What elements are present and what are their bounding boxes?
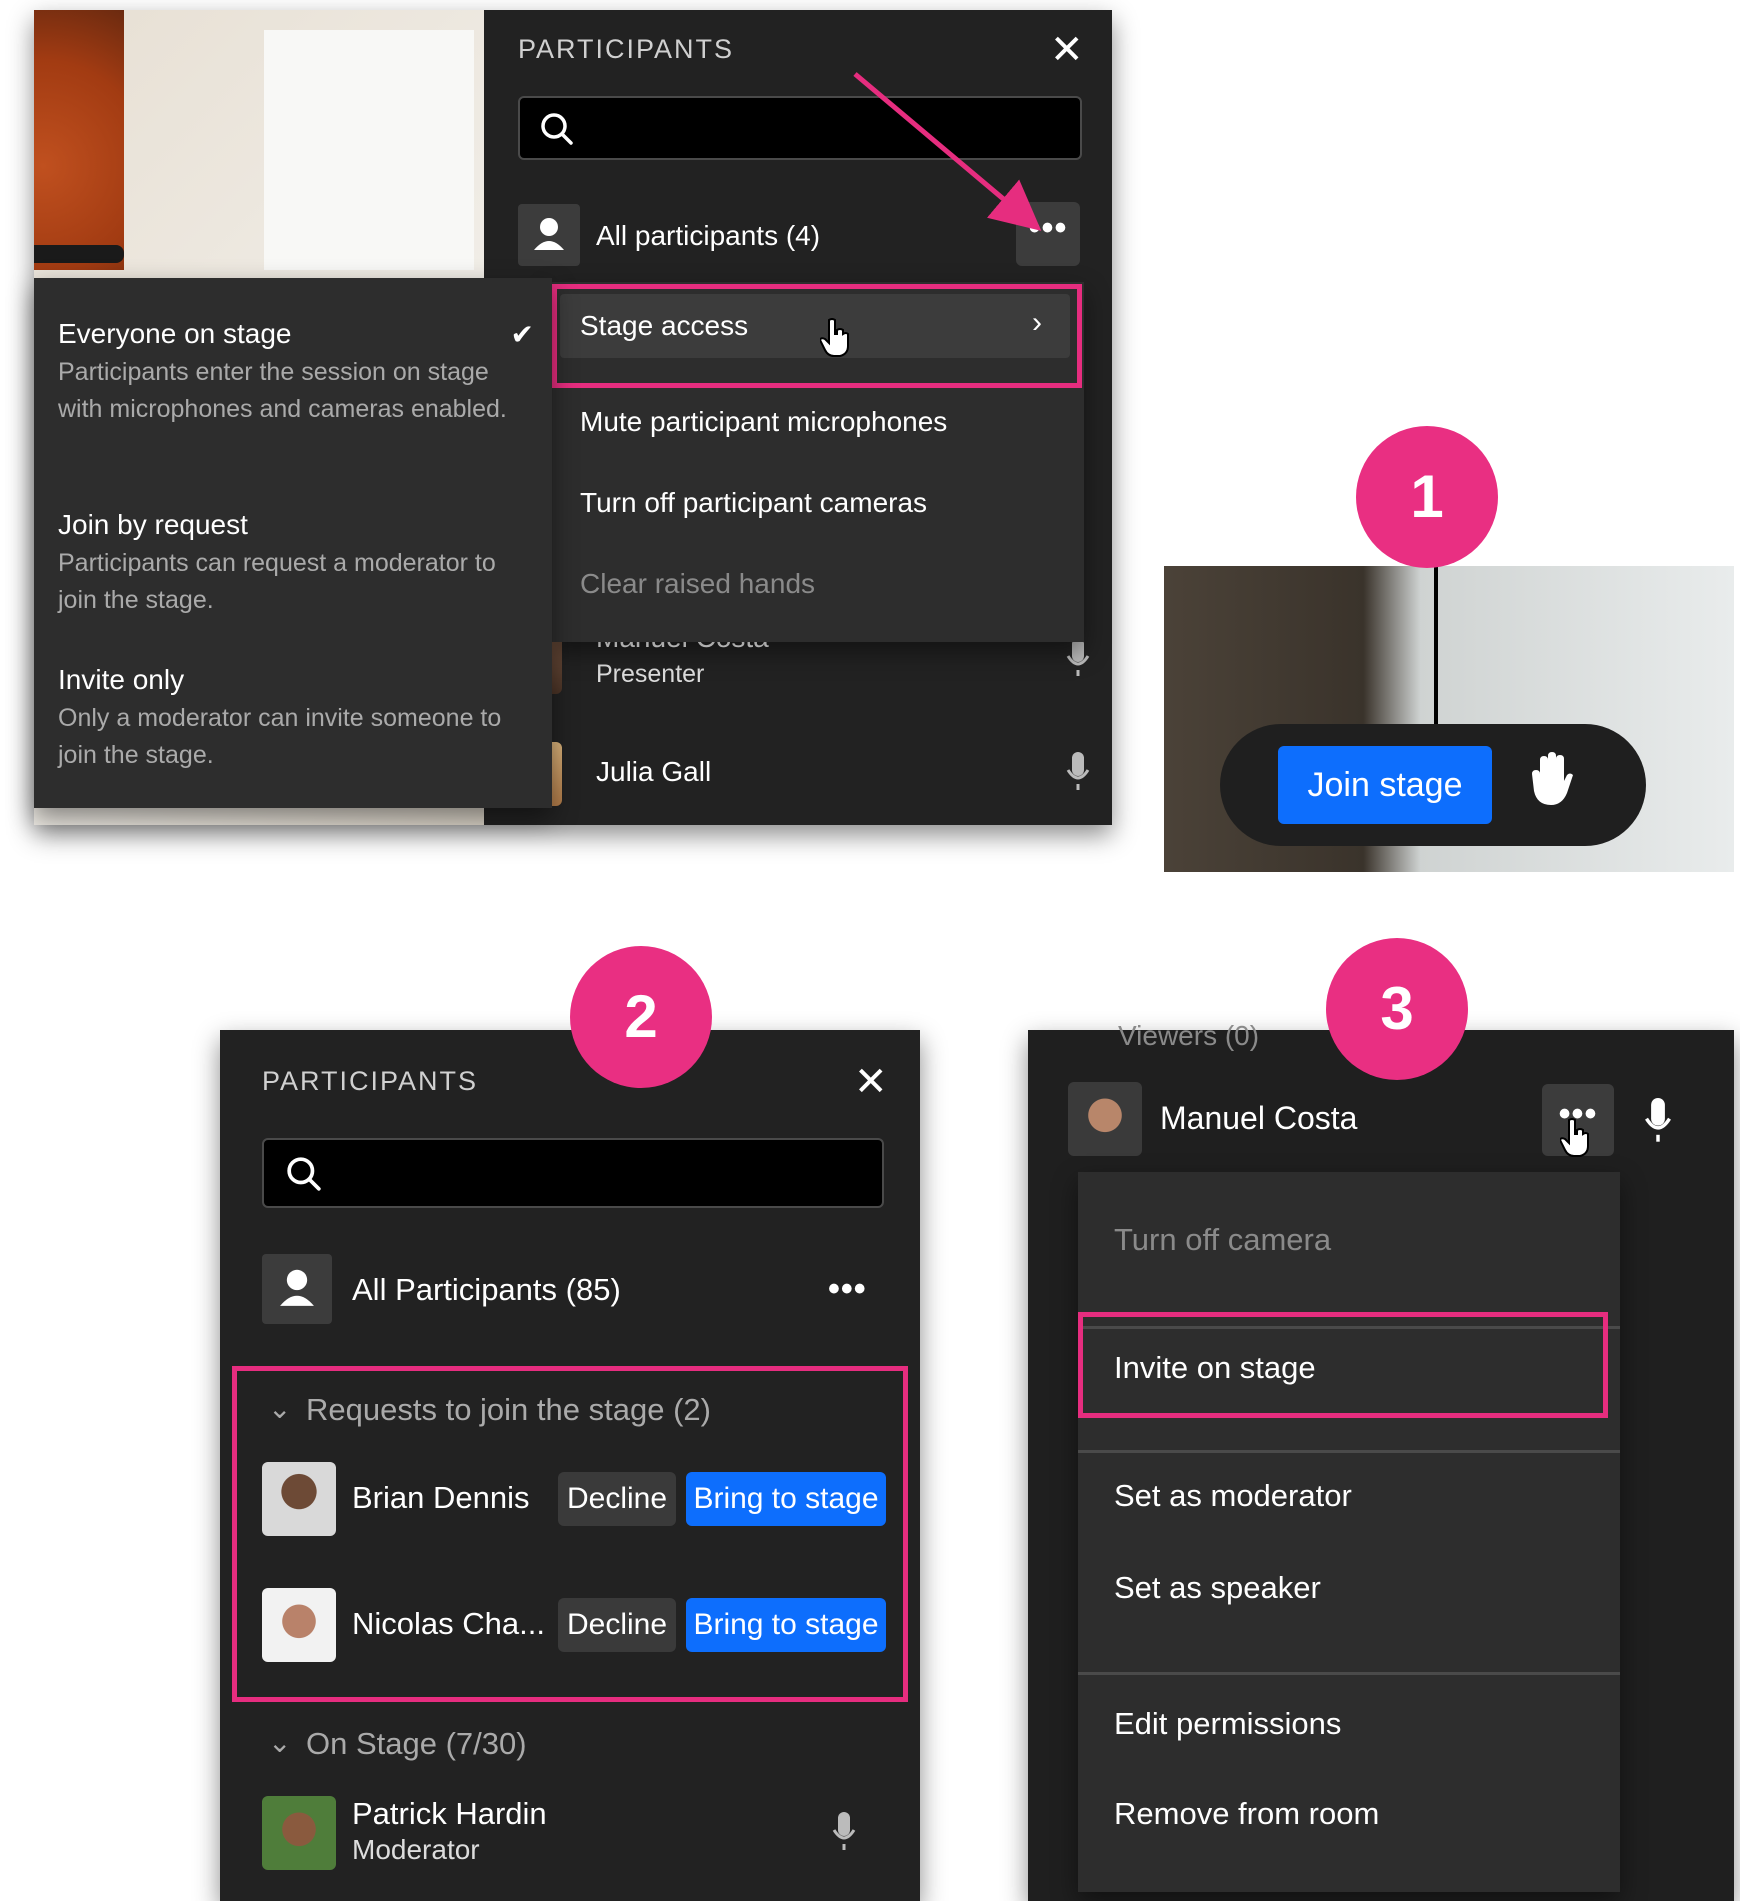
participant-role: Moderator <box>352 1834 480 1865</box>
shot2-panel: PARTICIPANTS ✕ All Participants (85) •••… <box>220 1030 920 1901</box>
menu-item-set-speaker[interactable]: Set as speaker <box>1114 1570 1321 1606</box>
step-badge-1: 1 <box>1356 426 1498 568</box>
shot3-panel: Viewers (0) Manuel Costa ••• Turn off ca… <box>1028 1020 1734 1901</box>
decline-button[interactable]: Decline <box>558 1472 676 1526</box>
bring-to-stage-button[interactable]: Bring to stage <box>686 1598 886 1652</box>
avatar <box>1068 1082 1142 1156</box>
more-options-button[interactable]: ••• <box>1542 1084 1614 1157</box>
all-participants-label: All Participants (85) <box>352 1272 621 1307</box>
person-icon <box>280 1269 314 1306</box>
group-avatar <box>262 1254 332 1324</box>
chevron-down-icon[interactable]: ⌄ <box>268 1392 291 1425</box>
participant-name: Manuel Costa <box>1160 1100 1358 1136</box>
divider <box>1078 1450 1620 1453</box>
menu-item-set-moderator[interactable]: Set as moderator <box>1114 1478 1352 1514</box>
menu-item-turn-off-camera: Turn off camera <box>1114 1222 1332 1257</box>
join-stage-button[interactable]: Join stage <box>1278 746 1492 824</box>
avatar <box>262 1588 336 1662</box>
requests-header[interactable]: Requests to join the stage (2) <box>306 1392 711 1428</box>
search-input[interactable] <box>262 1138 884 1208</box>
highlight-box <box>1078 1312 1608 1418</box>
participant-name: Patrick Hardin <box>352 1796 547 1831</box>
badge-connector <box>1434 566 1438 736</box>
avatar <box>262 1462 336 1536</box>
request-name: Nicolas Cha... <box>352 1606 545 1641</box>
more-options-button[interactable]: ••• <box>828 1270 867 1309</box>
on-stage-header[interactable]: On Stage (7/30) <box>306 1726 527 1762</box>
raise-hand-icon[interactable] <box>1530 752 1574 812</box>
viewers-header[interactable]: Viewers (0) <box>1118 1020 1259 1052</box>
toolbar-pill: Join stage <box>1220 724 1646 846</box>
divider <box>1078 1672 1620 1675</box>
participant-options-menu: Turn off camera Invite on stage Set as m… <box>1078 1172 1620 1892</box>
join-stage-frame: Join stage <box>1164 566 1734 872</box>
panel-title: PARTICIPANTS <box>262 1066 479 1096</box>
chevron-down-icon[interactable]: ⌄ <box>268 1726 291 1759</box>
bring-to-stage-button[interactable]: Bring to stage <box>686 1472 886 1526</box>
microphone-icon[interactable] <box>1644 1098 1672 1144</box>
step-badge-2: 2 <box>570 946 712 1088</box>
decline-button[interactable]: Decline <box>558 1598 676 1652</box>
request-name: Brian Dennis <box>352 1480 530 1515</box>
hand-cursor-icon <box>1560 1118 1589 1157</box>
search-icon <box>287 1157 321 1191</box>
menu-item-remove-from-room[interactable]: Remove from room <box>1114 1796 1379 1832</box>
close-button[interactable]: ✕ <box>854 1062 888 1102</box>
menu-item-edit-permissions[interactable]: Edit permissions <box>1114 1706 1341 1742</box>
microphone-icon[interactable] <box>832 1812 856 1852</box>
step-badge-3: 3 <box>1326 938 1468 1080</box>
avatar <box>262 1796 336 1870</box>
